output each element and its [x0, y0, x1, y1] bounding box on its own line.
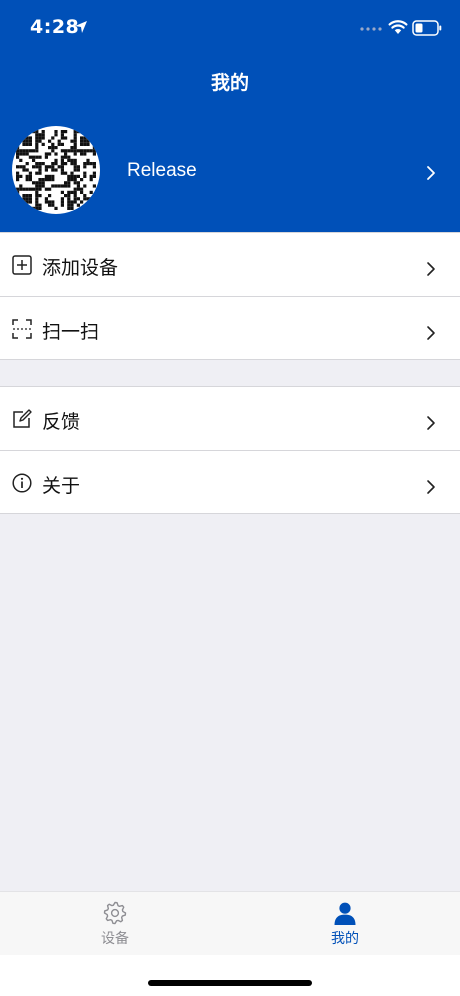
tab-label: 设备	[101, 931, 129, 947]
menu-item-about[interactable]: 关于	[0, 450, 460, 513]
menu-group-devices: 添加设备 扫一扫	[0, 232, 460, 360]
page-title: 我的	[210, 72, 249, 94]
chevron-right-icon	[427, 166, 435, 180]
tab-me[interactable]: 我的	[230, 892, 460, 956]
home-indicator-area	[0, 955, 460, 996]
qr-code-icon[interactable]	[12, 126, 100, 214]
chevron-right-icon	[427, 262, 435, 276]
menu-label: 扫一扫	[42, 321, 100, 343]
plus-square-icon	[12, 255, 32, 275]
menu-label: 反馈	[42, 411, 81, 433]
scan-icon	[12, 319, 32, 339]
chevron-right-icon	[427, 326, 435, 340]
profile-name: Release	[127, 160, 197, 181]
menu-item-add-device[interactable]: 添加设备	[0, 233, 460, 296]
gear-icon	[103, 901, 127, 925]
menu-label: 关于	[42, 475, 81, 497]
menu-label: 添加设备	[42, 257, 119, 279]
edit-icon	[13, 409, 32, 428]
menu-item-scan[interactable]: 扫一扫	[0, 296, 460, 359]
menu-item-feedback[interactable]: 反馈	[0, 387, 460, 450]
signal-icon	[360, 27, 382, 31]
profile-row[interactable]: Release	[0, 122, 460, 222]
battery-icon	[412, 20, 442, 36]
tab-bar: 设备 我的	[0, 891, 460, 955]
person-icon	[334, 902, 356, 925]
home-indicator[interactable]	[148, 980, 312, 986]
menu-group-support: 反馈 关于	[0, 386, 460, 514]
tab-devices[interactable]: 设备	[0, 892, 230, 956]
status-bar: 4:28	[0, 0, 460, 56]
profile-header: 4:28 我的 Release	[0, 0, 460, 232]
status-time: 4:28	[30, 16, 80, 38]
info-icon	[12, 473, 32, 493]
tab-label: 我的	[331, 931, 359, 947]
wifi-icon	[388, 20, 408, 34]
chevron-right-icon	[427, 416, 435, 430]
chevron-right-icon	[427, 480, 435, 494]
location-arrow-icon	[75, 21, 87, 33]
